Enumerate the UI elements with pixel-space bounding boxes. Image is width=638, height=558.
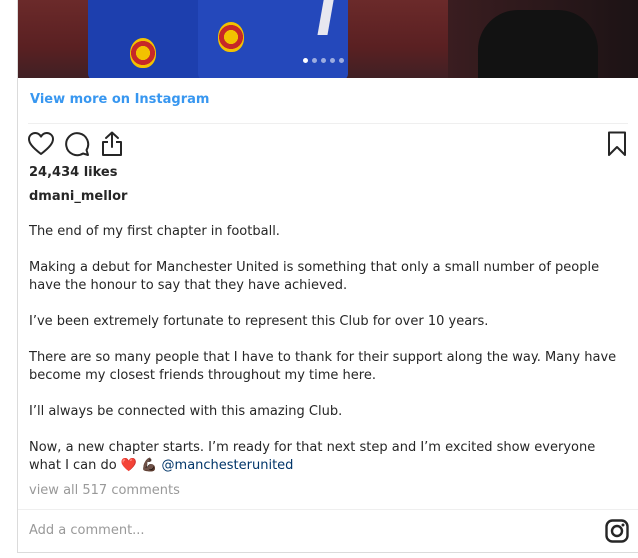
caption-paragraph: I’ve been extremely fortunate to represe… <box>29 314 489 329</box>
caption-paragraph: Making a debut for Manchester United is … <box>29 260 600 293</box>
caption-paragraph: There are so many people that I have to … <box>29 350 617 383</box>
post-username[interactable]: dmani_mellor <box>29 189 127 204</box>
comment-bubble-icon[interactable] <box>64 131 90 157</box>
view-more-link[interactable]: View more on Instagram <box>30 92 209 107</box>
photo-club-crest <box>218 22 244 52</box>
carousel-dot[interactable] <box>312 58 317 63</box>
post-caption: The end of my first chapter in football.… <box>29 223 631 475</box>
carousel-dot[interactable] <box>339 58 344 63</box>
heart-outline-icon[interactable] <box>28 132 54 156</box>
mention-link[interactable]: @manchesterunited <box>162 458 294 473</box>
carousel-dot[interactable] <box>321 58 326 63</box>
caption-text: Now, a new chapter starts. I’m ready for… <box>29 440 596 473</box>
post-photo[interactable] <box>18 0 638 78</box>
bookmark-icon[interactable] <box>607 131 627 157</box>
share-upload-icon[interactable] <box>100 131 124 157</box>
photo-figure-shoulder <box>478 10 598 78</box>
divider <box>28 123 628 124</box>
photo-club-crest <box>130 38 156 68</box>
carousel-dot[interactable] <box>303 58 308 63</box>
view-all-comments-link[interactable]: view all 517 comments <box>29 483 180 498</box>
caption-paragraph-final: Now, a new chapter starts. I’m ready for… <box>29 439 631 475</box>
red-heart-emoji-icon: ❤️ <box>120 458 138 473</box>
divider <box>18 509 638 510</box>
carousel-dots[interactable] <box>303 58 344 63</box>
caption-paragraph: I’ll always be connected with this amazi… <box>29 404 343 419</box>
caption-paragraph: The end of my first chapter in football. <box>29 224 280 239</box>
likes-count[interactable]: 24,434 likes <box>29 165 117 180</box>
instagram-logo-icon[interactable] <box>605 519 629 543</box>
add-comment-input[interactable]: Add a comment... <box>29 523 145 538</box>
carousel-dot[interactable] <box>330 58 335 63</box>
instagram-embed-card: View more on Instagram 24,434 likes dman… <box>17 0 638 553</box>
flexed-biceps-emoji-icon: 💪🏿 <box>141 458 158 473</box>
